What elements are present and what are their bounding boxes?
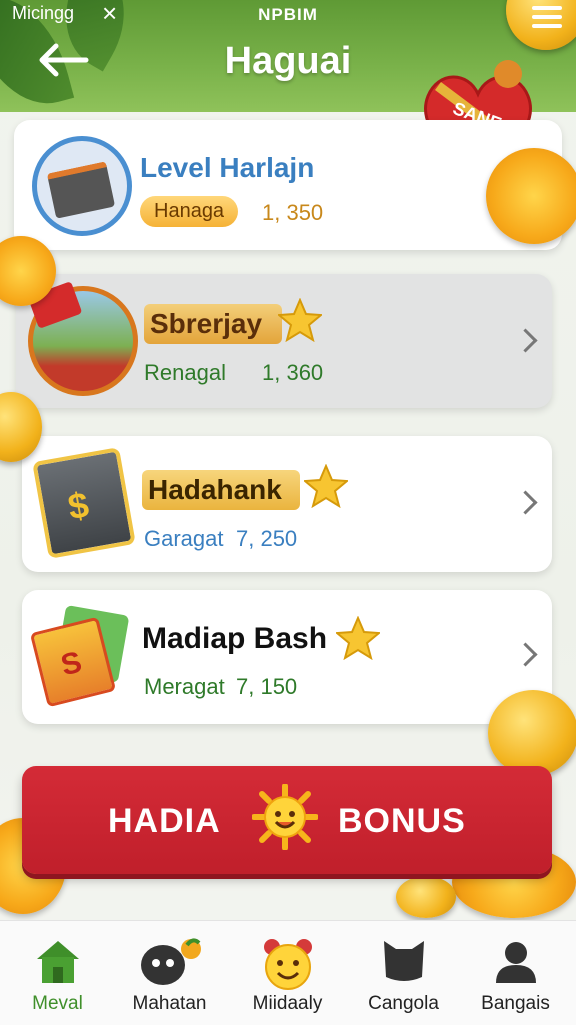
nav-label: Miidaaly bbox=[252, 993, 323, 1014]
bonus-label-right: BONUS bbox=[338, 802, 466, 840]
card-title-text: Hadahank bbox=[148, 474, 282, 505]
card-level[interactable]: Level Harlajn Hanaga 1, 350 bbox=[14, 120, 562, 250]
nav-label: Bangais bbox=[481, 993, 550, 1014]
card-title-text: Sbrerjay bbox=[150, 308, 263, 339]
card-label: Meragat bbox=[144, 674, 225, 699]
card-badge: Hanaga bbox=[140, 196, 239, 227]
card-value: 7, 250 bbox=[236, 526, 298, 551]
card-label: Garagat bbox=[144, 526, 224, 551]
money-book-icon: $ bbox=[32, 447, 136, 559]
book-icon bbox=[32, 136, 132, 236]
nav-item-bangais[interactable]: Bangais bbox=[458, 921, 573, 1025]
menu-icon[interactable] bbox=[532, 6, 562, 28]
bottom-nav: Meval Mahatan Miidaaly Cangola Bangais bbox=[0, 920, 576, 1025]
nav-label: Mahatan bbox=[132, 993, 207, 1014]
coin-icon bbox=[488, 690, 576, 776]
card-label: Renagal bbox=[144, 360, 226, 385]
bonus-button[interactable]: HADIA BONUS bbox=[22, 766, 552, 874]
smiley-icon bbox=[263, 939, 312, 990]
sun-smiley-icon bbox=[251, 783, 319, 851]
nav-label: Meval bbox=[32, 993, 83, 1014]
card-title: Hadahank bbox=[142, 470, 300, 510]
card-cash[interactable]: S Madiap Bash Meragat 7, 150 bbox=[22, 590, 552, 724]
chevron-right-icon bbox=[513, 490, 538, 515]
card-value: 7, 150 bbox=[236, 674, 298, 699]
card-value: 1, 350 bbox=[262, 200, 324, 225]
card-bank[interactable]: $ Hadahank Garagat 7, 250 bbox=[22, 436, 552, 572]
nav-item-mahatan[interactable]: Mahatan bbox=[112, 921, 227, 1025]
card-title: Level Harlajn bbox=[140, 152, 315, 183]
star-icon bbox=[304, 464, 348, 508]
nav-item-cangola[interactable]: Cangola bbox=[346, 921, 461, 1025]
card-title: Madiap Bash bbox=[142, 622, 328, 655]
nav-label: Cangola bbox=[368, 993, 439, 1014]
chevron-right-icon bbox=[513, 328, 538, 353]
orange-slice-icon bbox=[486, 148, 576, 244]
home-icon bbox=[36, 941, 79, 983]
user-icon bbox=[495, 942, 536, 983]
card-value: 1, 360 bbox=[262, 360, 324, 385]
bonus-label-left: HADIA bbox=[108, 802, 221, 840]
nav-item-miidaaly[interactable]: Miidaaly bbox=[230, 921, 345, 1025]
cat-icon bbox=[383, 941, 424, 981]
status-time: NPBIM bbox=[258, 5, 318, 24]
chevron-right-icon bbox=[513, 642, 538, 667]
coin-icon bbox=[396, 876, 456, 918]
star-icon bbox=[336, 616, 380, 660]
nav-item-home[interactable]: Meval bbox=[0, 921, 115, 1025]
monster-icon bbox=[140, 938, 201, 985]
card-player[interactable]: Sbrerjay Renagal 1, 360 bbox=[16, 274, 552, 408]
card-title: Sbrerjay bbox=[144, 304, 283, 344]
star-icon bbox=[278, 298, 322, 342]
